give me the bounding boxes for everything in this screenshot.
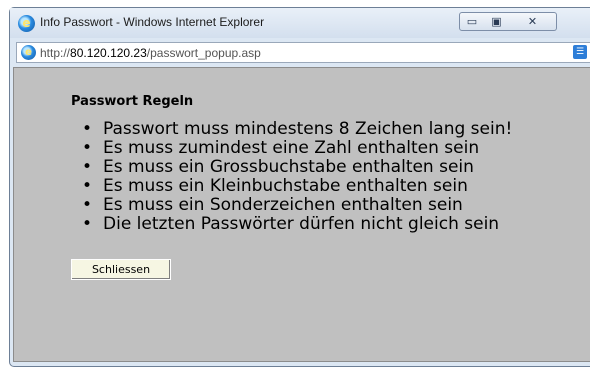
browser-window: e Info Passwort - Windows Internet Explo… bbox=[9, 7, 590, 367]
rule-item: Es muss ein Sonderzeichen enthalten sein bbox=[71, 196, 590, 216]
close-window-button[interactable]: ✕ bbox=[509, 12, 557, 31]
rule-item: Es muss ein Grossbuchstabe enthalten sei… bbox=[71, 158, 590, 178]
maximize-icon: ▣ bbox=[491, 15, 502, 28]
close-button[interactable]: Schliessen bbox=[71, 259, 171, 280]
url-path: /passwort_popup.asp bbox=[146, 46, 261, 60]
page-content: Passwort Regeln Passwort muss mindestens… bbox=[13, 67, 590, 362]
rule-item: Es muss zumindest eine Zahl enthalten se… bbox=[71, 139, 590, 159]
maximize-button[interactable]: ▣ bbox=[484, 12, 510, 31]
close-icon: ✕ bbox=[527, 15, 538, 28]
rss-icon[interactable]: ☰ bbox=[573, 45, 587, 59]
rule-item: Die letzten Passwörter dürfen nicht glei… bbox=[71, 215, 590, 235]
url-protocol: http:// bbox=[40, 46, 71, 60]
password-rules-list: Passwort muss mindestens 8 Zeichen lang … bbox=[71, 120, 590, 235]
url-text[interactable]: http://80.120.120.23/passwort_popup.asp bbox=[40, 46, 261, 60]
ie-icon: e bbox=[18, 15, 35, 32]
page-ie-icon: e bbox=[21, 45, 36, 60]
minimize-icon: ▭ bbox=[466, 15, 478, 28]
page-heading: Passwort Regeln bbox=[71, 94, 194, 109]
rule-item: Passwort muss mindestens 8 Zeichen lang … bbox=[71, 120, 590, 140]
rule-item: Es muss ein Kleinbuchstabe enthalten sei… bbox=[71, 177, 590, 197]
minimize-button[interactable]: ▭ bbox=[459, 12, 485, 31]
window-title: Info Passwort - Windows Internet Explore… bbox=[40, 15, 265, 29]
title-bar[interactable]: e Info Passwort - Windows Internet Explo… bbox=[10, 8, 590, 38]
url-host: 80.120.120.23 bbox=[70, 46, 147, 60]
address-bar[interactable]: e http://80.120.120.23/passwort_popup.as… bbox=[16, 42, 590, 63]
